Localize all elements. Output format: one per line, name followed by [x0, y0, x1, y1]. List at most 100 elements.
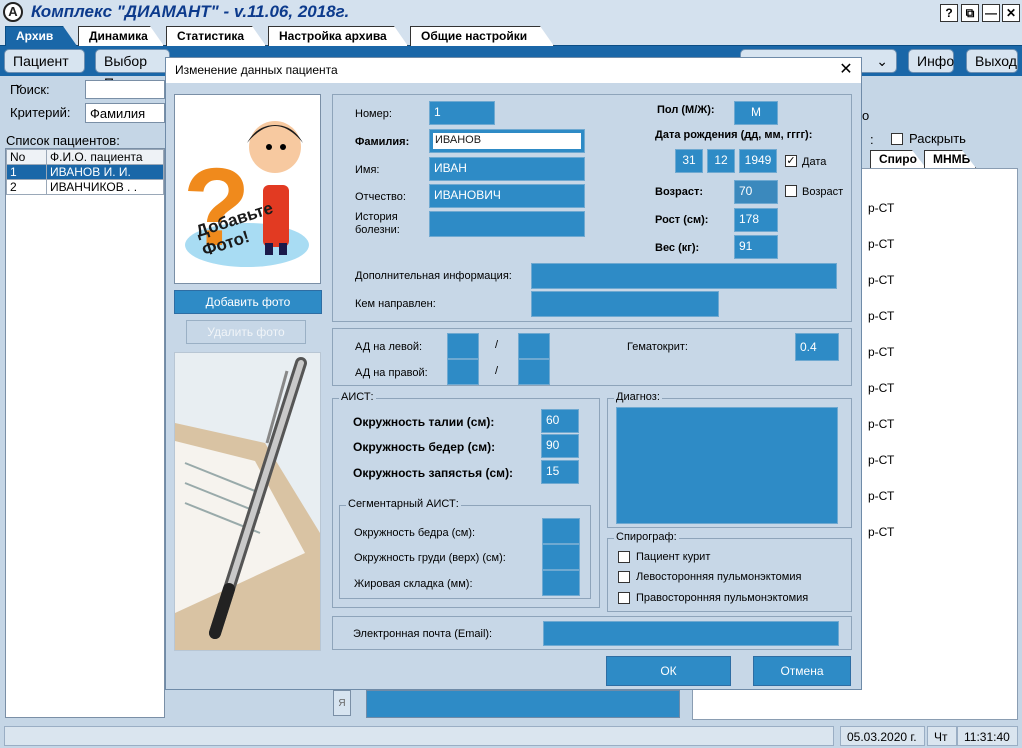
chevron-down-icon: ⌄: [876, 53, 888, 69]
photo-placeholder[interactable]: ? Добавьте Фото!: [174, 94, 321, 284]
ok-button[interactable]: ОК: [606, 656, 731, 686]
bp-right-dia-field[interactable]: [518, 359, 550, 385]
email-group: Электронная почта (Email):: [332, 616, 852, 650]
wrist-field[interactable]: 15: [541, 460, 579, 484]
record-item[interactable]: р-СТ: [868, 370, 894, 406]
birth-month-field[interactable]: 12: [707, 149, 735, 173]
spirograph-group: Спирограф: Пациент курит Левосторонняя п…: [607, 531, 852, 612]
close-icon[interactable]: ✕: [837, 61, 855, 79]
history-label: История болезни:: [355, 211, 400, 236]
search-input[interactable]: [85, 80, 165, 99]
hematocrit-field[interactable]: 0.4: [795, 333, 839, 361]
birth-day-field[interactable]: 31: [675, 149, 703, 173]
patronymic-field[interactable]: ИВАНОВИЧ: [429, 184, 585, 208]
surname-field[interactable]: ИВАНОВ: [429, 129, 585, 153]
select-button[interactable]: Выбор Пр: [95, 49, 170, 91]
patronymic-label: Отчество:: [355, 191, 406, 203]
referrer-field[interactable]: [531, 291, 719, 317]
record-item[interactable]: р-СТ: [868, 298, 894, 334]
record-item[interactable]: р-СТ: [868, 334, 894, 370]
height-field[interactable]: 178: [734, 208, 778, 232]
dialog-title-bar: Изменение данных пациента ✕: [166, 58, 861, 83]
left-pneumonectomy-checkbox[interactable]: [618, 571, 630, 583]
waist-label: Окружность талии (см):: [353, 415, 495, 429]
delete-photo-button[interactable]: Удалить фото: [186, 320, 306, 344]
chest-label: Окружность груди (верх) (см):: [354, 552, 506, 564]
main-tabs: Архив Динамика Статистика Настройка архи…: [0, 24, 1022, 46]
record-item[interactable]: р-СТ: [868, 226, 894, 262]
table-row[interactable]: 2 ИВАНЧИКОВ . .: [6, 179, 164, 195]
restore-button[interactable]: ⧉: [961, 4, 979, 22]
history-field[interactable]: [429, 211, 585, 237]
tab-statistics[interactable]: Статистика: [166, 26, 266, 46]
tab-mnmb[interactable]: МНМБ: [924, 150, 976, 168]
tab-general-settings[interactable]: Общие настройки: [410, 26, 554, 46]
record-item[interactable]: р-СТ: [868, 478, 894, 514]
bp-left-sys-field[interactable]: [447, 333, 479, 359]
hematocrit-label: Гематокрит:: [627, 341, 688, 353]
birth-label: Дата рождения (дд, мм, гггг):: [655, 129, 813, 141]
smoker-checkbox[interactable]: [618, 551, 630, 563]
blood-pressure-group: АД на левой: / АД на правой: / Гематокри…: [332, 328, 852, 386]
thigh-field[interactable]: [542, 518, 580, 544]
number-field[interactable]: 1: [429, 101, 495, 125]
expand-checkbox[interactable]: [891, 133, 903, 145]
tab-archive-settings[interactable]: Настройка архива: [268, 26, 408, 46]
number-label: Номер:: [355, 108, 392, 120]
date-checkbox[interactable]: ✓: [785, 155, 797, 167]
hips-field[interactable]: 90: [541, 434, 579, 458]
exit-button[interactable]: Выход: [966, 49, 1018, 73]
scroll-handle[interactable]: Я: [333, 690, 351, 716]
record-item[interactable]: р-СТ: [868, 406, 894, 442]
bp-left-slash: /: [495, 339, 499, 351]
criterion-select[interactable]: Фамилия: [85, 103, 165, 123]
record-item[interactable]: р-СТ: [868, 262, 894, 298]
surname-input[interactable]: ИВАНОВ: [433, 133, 581, 149]
right-partial-text: о: [862, 108, 870, 123]
bp-left-dia-field[interactable]: [518, 333, 550, 359]
expand-label: Раскрыть: [909, 131, 966, 146]
help-button[interactable]: ?: [940, 4, 958, 22]
status-bar: 05.03.2020 г. Чт 11:31:40: [0, 724, 1022, 748]
aist-group: АИСТ: Окружность талии (см): 60 Окружнос…: [332, 391, 600, 608]
bp-right-sys-field[interactable]: [447, 359, 479, 385]
add-photo-button[interactable]: Добавить фото: [174, 290, 322, 314]
name-field[interactable]: ИВАН: [429, 157, 585, 181]
close-button[interactable]: ✕: [1002, 4, 1020, 22]
record-item[interactable]: р-СТ: [868, 442, 894, 478]
column-header-name[interactable]: Ф.И.О. пациента: [46, 149, 164, 165]
bp-left-label: АД на левой:: [355, 341, 423, 353]
diagnosis-field[interactable]: [616, 407, 838, 524]
waist-field[interactable]: 60: [541, 409, 579, 433]
chest-field[interactable]: [542, 544, 580, 570]
fold-field[interactable]: [542, 570, 580, 596]
minimize-button[interactable]: —: [982, 4, 1000, 22]
colon-label: :: [870, 132, 874, 147]
info-button[interactable]: Инфо: [908, 49, 954, 73]
patient-menu-label: Пациент: [13, 53, 69, 69]
email-field[interactable]: [543, 621, 839, 646]
record-item[interactable]: р-СТ: [868, 514, 894, 550]
patient-menu-button[interactable]: Пациент ⌄: [4, 49, 85, 91]
status-time: 11:31:40: [957, 726, 1018, 746]
smoker-label: Пациент курит: [636, 551, 711, 563]
age-field[interactable]: 70: [734, 180, 778, 204]
column-header-no[interactable]: No: [6, 149, 47, 165]
age-checkbox[interactable]: [785, 185, 797, 197]
cancel-button[interactable]: Отмена: [753, 656, 851, 686]
extra-info-field[interactable]: [531, 263, 837, 289]
table-row[interactable]: 1 ИВАНОВ И. И.: [6, 164, 164, 180]
birth-year-field[interactable]: 1949: [739, 149, 777, 173]
weight-field[interactable]: 91: [734, 235, 778, 259]
tab-spiro[interactable]: Спиро: [870, 150, 926, 168]
tab-dynamics[interactable]: Динамика: [78, 26, 164, 46]
diagnosis-group: Диагноз:: [607, 391, 852, 528]
age-checkbox-label: Возраст: [802, 186, 844, 198]
sex-field[interactable]: М: [734, 101, 778, 125]
status-date: 05.03.2020 г.: [840, 726, 925, 746]
tab-archive[interactable]: Архив: [5, 26, 77, 46]
segment-aist-title: Сегментарный АИСТ:: [346, 498, 461, 510]
right-pneumonectomy-checkbox[interactable]: [618, 592, 630, 604]
record-item[interactable]: р-СТ: [868, 190, 894, 226]
pen-notebook-icon: [175, 357, 320, 650]
